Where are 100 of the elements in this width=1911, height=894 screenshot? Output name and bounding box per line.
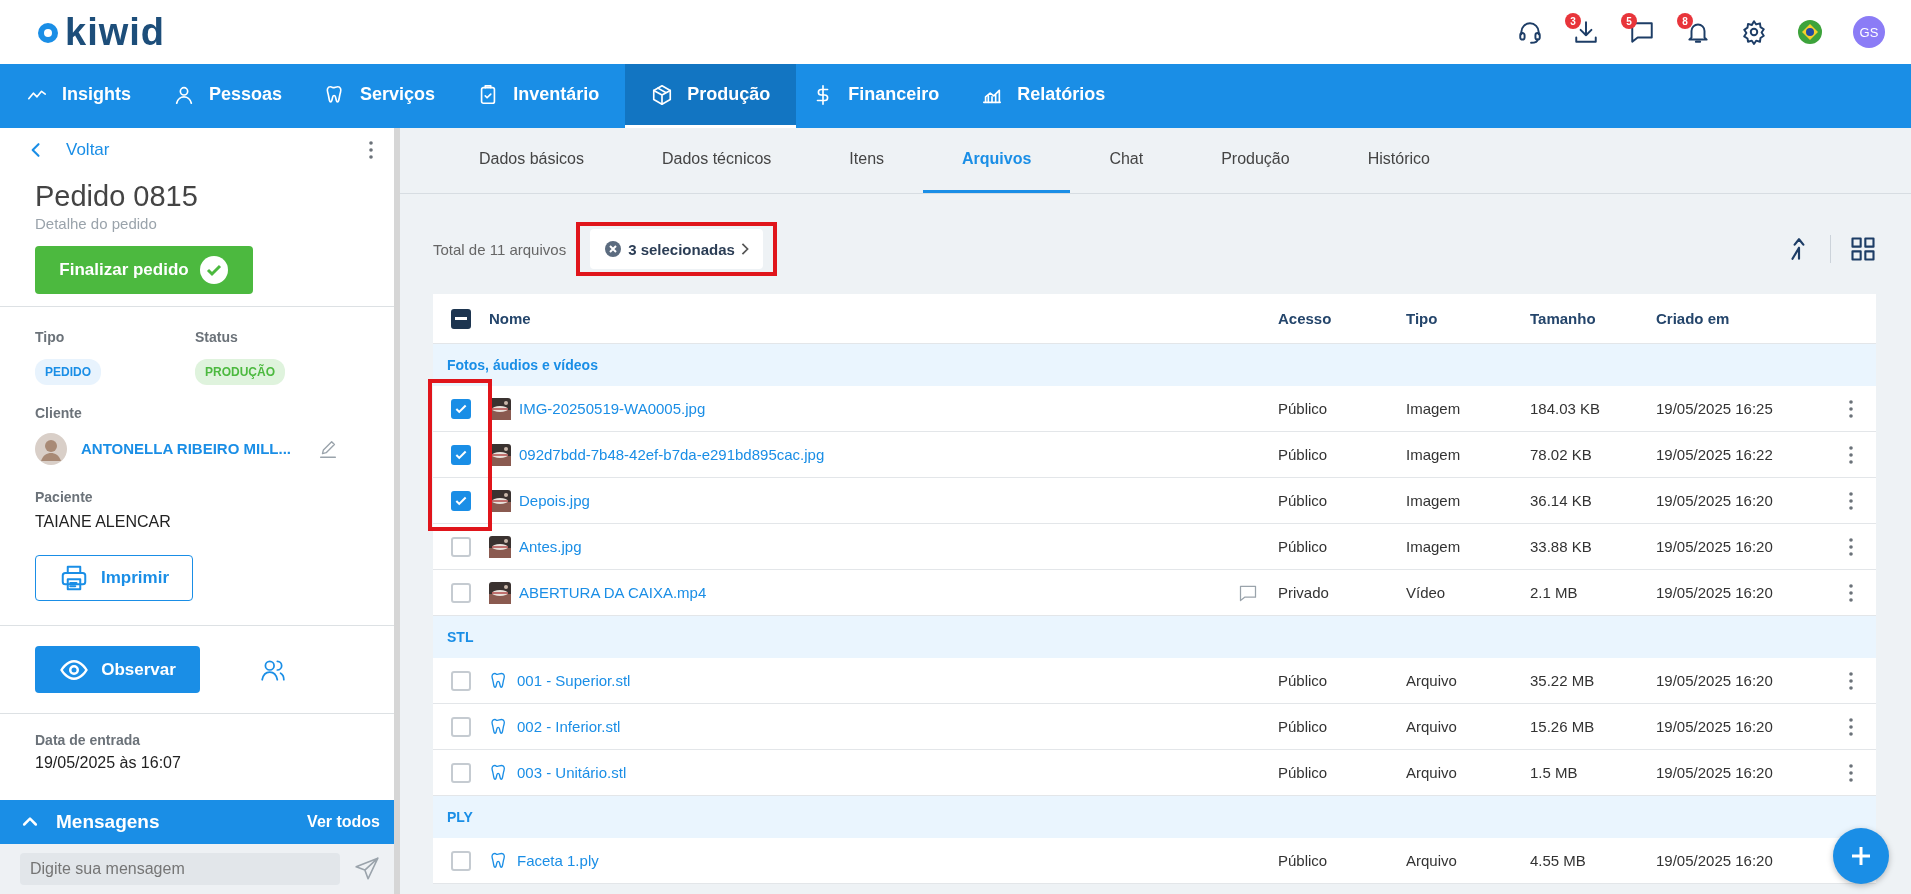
size-cell: 184.03 KB <box>1530 400 1601 417</box>
tab[interactable]: Dados básicos <box>440 128 623 193</box>
date-cell: 19/05/2025 16:25 <box>1656 400 1773 417</box>
view-all-link[interactable]: Ver todos <box>301 812 386 832</box>
more-icon[interactable] <box>1848 398 1854 419</box>
file-link[interactable]: Faceta 1.ply <box>517 852 599 869</box>
finalize-button[interactable]: Finalizar pedido <box>35 246 253 294</box>
access-cell: Privado <box>1278 584 1329 601</box>
access-cell: Público <box>1278 718 1328 735</box>
more-icon[interactable] <box>1848 536 1854 557</box>
file-count: Total de 11 arquivos <box>433 240 567 258</box>
access-cell: Público <box>1278 764 1328 781</box>
file-link[interactable]: IMG-20250519-WA0005.jpg <box>519 400 706 417</box>
observe-button[interactable]: Observar <box>35 646 200 693</box>
select-all-checkbox[interactable] <box>451 308 471 329</box>
nav-tab[interactable]: Produção <box>625 64 797 128</box>
date-cell: 19/05/2025 16:20 <box>1656 718 1773 735</box>
checkbox[interactable] <box>451 582 471 603</box>
tab[interactable]: Arquivos <box>923 128 1071 193</box>
file-link[interactable]: 001 - Superior.stl <box>517 672 631 689</box>
tab[interactable]: Produção <box>1182 128 1329 193</box>
checkbox[interactable] <box>451 536 471 557</box>
flag-icon[interactable] <box>1797 19 1823 45</box>
type-cell: Arquivo <box>1406 852 1457 869</box>
entry-date: 19/05/2025 às 16:07 <box>35 754 182 772</box>
back-link[interactable]: Voltar <box>26 140 110 160</box>
type-cell: Vídeo <box>1406 584 1446 601</box>
column-header[interactable]: Criado em <box>1656 310 1730 327</box>
clear-icon <box>604 240 623 258</box>
status-tag: PRODUÇÃO <box>195 359 285 385</box>
more-icon[interactable] <box>1848 762 1854 783</box>
print-button[interactable]: Imprimir <box>35 555 193 601</box>
file-link[interactable]: Antes.jpg <box>519 538 582 555</box>
more-icon[interactable] <box>1848 490 1854 511</box>
type-cell: Arquivo <box>1406 672 1457 689</box>
date-cell: 19/05/2025 16:20 <box>1656 492 1773 509</box>
client-link[interactable]: ANTONELLA RIBEIRO MILL... <box>81 439 291 459</box>
file-link[interactable]: 002 - Inferior.stl <box>517 718 621 735</box>
tab[interactable]: Itens <box>810 128 924 193</box>
field-label: Status <box>195 329 239 345</box>
tab[interactable]: Dados técnicos <box>622 128 811 193</box>
file-link[interactable]: ABERTURA DA CAIXA.mp4 <box>519 584 707 601</box>
column-header[interactable]: Nome <box>489 310 531 327</box>
tab[interactable]: Chat <box>1070 128 1183 193</box>
more-icon[interactable] <box>1848 716 1854 737</box>
checkbox[interactable] <box>451 398 471 419</box>
date-cell: 19/05/2025 16:22 <box>1656 446 1773 463</box>
size-cell: 15.26 MB <box>1530 718 1595 735</box>
send-icon <box>354 856 380 882</box>
order-subtitle: Detalhe do pedido <box>35 215 158 232</box>
user-avatar[interactable]: GS <box>1853 16 1885 48</box>
type-cell: Imagem <box>1406 446 1461 463</box>
more-icon[interactable] <box>1848 670 1854 691</box>
group-heading: Fotos, áudios e vídeos <box>447 357 598 373</box>
type-cell: Imagem <box>1406 538 1461 555</box>
date-cell: 19/05/2025 16:20 <box>1656 764 1773 781</box>
type-cell: Imagem <box>1406 492 1461 509</box>
more-icon[interactable] <box>1848 582 1854 603</box>
file-link[interactable]: Depois.jpg <box>519 492 590 509</box>
messages-title: Mensagens <box>56 811 161 833</box>
checkbox[interactable] <box>451 490 471 511</box>
access-cell: Público <box>1278 852 1328 869</box>
nav-tab[interactable]: Financeiro <box>796 64 966 128</box>
column-header[interactable]: Tamanho <box>1530 310 1596 327</box>
checkbox[interactable] <box>451 670 471 691</box>
access-cell: Público <box>1278 400 1328 417</box>
size-cell: 78.02 KB <box>1530 446 1592 463</box>
plus-icon <box>1849 844 1873 868</box>
tab[interactable]: Histórico <box>1328 128 1469 193</box>
date-cell: 19/05/2025 16:20 <box>1656 672 1773 689</box>
size-cell: 1.5 MB <box>1530 764 1578 781</box>
size-cell: 35.22 MB <box>1530 672 1595 689</box>
checkbox[interactable] <box>451 716 471 737</box>
checkbox[interactable] <box>451 850 471 871</box>
checkbox[interactable] <box>451 762 471 783</box>
file-link[interactable]: 003 - Unitário.stl <box>517 764 627 781</box>
nav-tab[interactable]: Inventário <box>461 64 626 128</box>
headset-icon <box>1517 19 1543 45</box>
notification-badge: 5 <box>1621 13 1637 29</box>
date-cell: 19/05/2025 16:20 <box>1656 584 1773 601</box>
nav-tab[interactable]: Serviços <box>308 64 462 128</box>
type-cell: Imagem <box>1406 400 1461 417</box>
message-field[interactable]: Digite sua mensagem <box>20 853 340 885</box>
selection-chip[interactable]: 3 selecionadas <box>590 229 763 269</box>
order-title: Pedido 0815 <box>35 180 199 213</box>
field-label: Paciente <box>35 489 94 505</box>
group-heading: PLY <box>447 809 473 825</box>
size-cell: 2.1 MB <box>1530 584 1578 601</box>
checkbox[interactable] <box>451 444 471 465</box>
file-link[interactable]: 092d7bdd-7b48-42ef-b7da-e291bd895cac.jpg <box>519 446 825 463</box>
size-cell: 36.14 KB <box>1530 492 1592 509</box>
column-header[interactable]: Acesso <box>1278 310 1332 327</box>
more-icon[interactable] <box>1848 444 1854 465</box>
column-header[interactable]: Tipo <box>1406 310 1438 327</box>
more-icon[interactable] <box>368 140 374 160</box>
nav-tab[interactable]: Relatórios <box>965 64 1132 128</box>
nav-tab[interactable]: Pessoas <box>157 64 309 128</box>
field-label: Data de entrada <box>35 732 142 748</box>
nav-tab[interactable]: Insights <box>10 64 157 128</box>
edit-icon <box>317 438 339 460</box>
